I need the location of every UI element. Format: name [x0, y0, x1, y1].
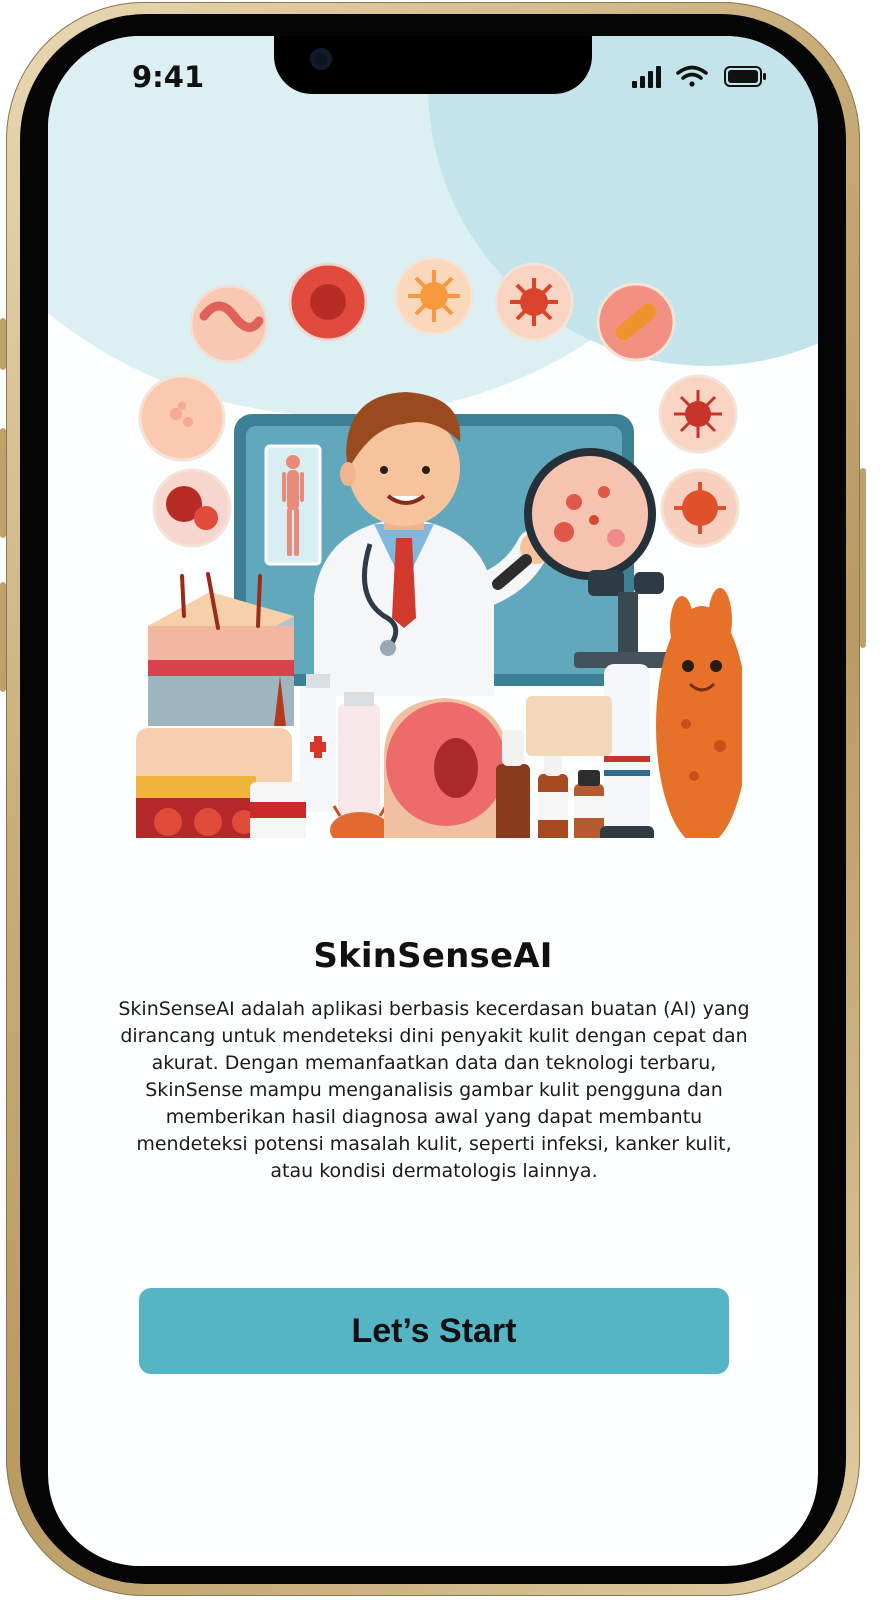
- virus-icon: [660, 468, 740, 548]
- app-title: SkinSenseAI: [313, 936, 553, 976]
- notch: [274, 36, 592, 94]
- status-time: 9:41: [132, 60, 205, 94]
- tissue-model: [384, 698, 508, 838]
- virus-icon: [494, 262, 574, 342]
- capsule-icon: [596, 282, 676, 362]
- status-icons: [632, 65, 766, 88]
- app-description: SkinSenseAI adalah aplikasi berbasis kec…: [118, 998, 750, 1182]
- bacteria-icon: [394, 256, 474, 336]
- power-button: [860, 468, 866, 648]
- dermatologist-illustration: [136, 256, 742, 838]
- cellular-signal-icon: [632, 66, 661, 88]
- battery-icon: [724, 66, 766, 87]
- mascot-character: [656, 588, 742, 838]
- wifi-icon: [676, 65, 708, 87]
- bacteria-icon: [152, 468, 232, 548]
- skin-sample-icon: [138, 374, 226, 462]
- skin-sample-icon: [288, 262, 368, 342]
- volume-up-button: [0, 428, 6, 538]
- volume-down-button: [0, 582, 6, 692]
- lets-start-button[interactable]: Let’s Start: [139, 1288, 729, 1374]
- front-camera-icon: [310, 48, 332, 70]
- lets-start-label: Let’s Start: [351, 1311, 517, 1350]
- virus-icon: [658, 374, 738, 454]
- screen: 9:41 SkinSenseAI SkinSenseAI adalah apli…: [48, 36, 818, 1566]
- skin-sample-icon: [189, 284, 269, 364]
- silent-switch: [0, 318, 6, 370]
